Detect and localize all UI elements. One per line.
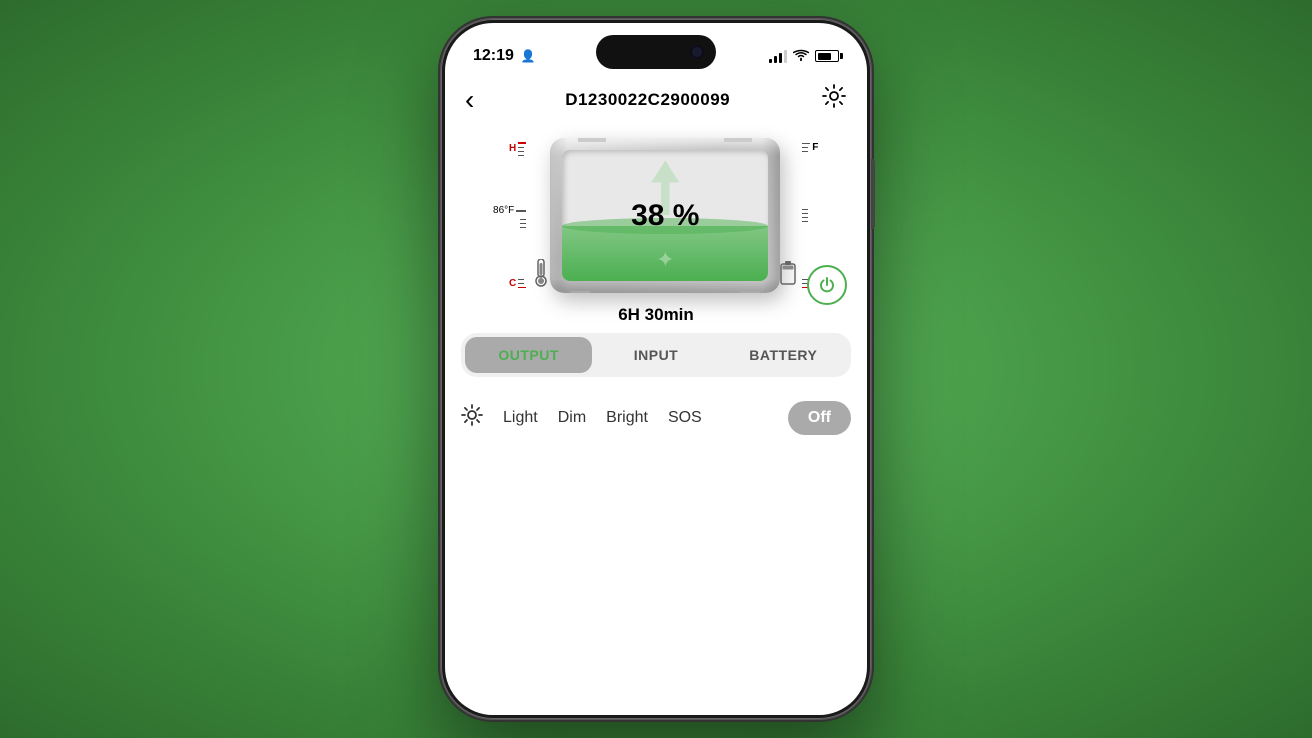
scale-right-f: F bbox=[802, 142, 818, 153]
tab-selector: OUTPUT INPUT BATTERY bbox=[461, 333, 851, 377]
device-id: D1230022C2900099 bbox=[565, 90, 730, 110]
back-button[interactable]: ‹ bbox=[465, 86, 474, 114]
scale-right-middle bbox=[802, 209, 808, 222]
light-controls: Light Dim Bright SOS Off bbox=[445, 393, 867, 443]
tab-output[interactable]: OUTPUT bbox=[465, 337, 592, 373]
dynamic-island bbox=[596, 35, 716, 69]
battery-small-icon bbox=[780, 260, 796, 286]
dim-option[interactable]: Dim bbox=[558, 409, 586, 427]
battery-visualization-section: H 86°F bbox=[445, 128, 867, 293]
settings-button[interactable] bbox=[821, 83, 847, 116]
battery-3d-visual: ✦ 38 % bbox=[550, 138, 780, 293]
battery-fill bbox=[818, 53, 831, 60]
sos-option[interactable]: SOS bbox=[668, 409, 702, 427]
thermometer-icon bbox=[532, 259, 550, 287]
scale-left-c: C bbox=[509, 278, 526, 289]
light-label: Light bbox=[503, 409, 538, 427]
off-button[interactable]: Off bbox=[788, 401, 851, 435]
status-icons bbox=[769, 48, 839, 64]
wifi-icon bbox=[793, 48, 809, 64]
phone-frame: ‹ 12:19 👤 bbox=[441, 19, 871, 719]
tab-input[interactable]: INPUT bbox=[592, 337, 719, 373]
phone-screen: ‹ 12:19 👤 bbox=[445, 23, 867, 715]
bright-option[interactable]: Bright bbox=[606, 409, 648, 427]
signal-bar-3 bbox=[779, 53, 782, 63]
signal-bars bbox=[769, 49, 787, 63]
time-display: 12:19 bbox=[473, 47, 514, 65]
status-time: ‹ 12:19 👤 bbox=[473, 47, 536, 65]
signal-bar-4 bbox=[784, 50, 787, 63]
signal-bar-2 bbox=[774, 56, 777, 63]
battery-percentage: 38 % bbox=[631, 199, 699, 233]
light-sun-icon bbox=[461, 404, 483, 432]
nav-header: ‹ D1230022C2900099 bbox=[445, 75, 867, 128]
signal-bar-1 bbox=[769, 59, 772, 63]
time-remaining: 6H 30min bbox=[445, 293, 867, 333]
battery-cross-icon: ✦ bbox=[656, 249, 674, 271]
power-icon bbox=[818, 276, 836, 294]
tab-battery[interactable]: BATTERY bbox=[720, 337, 847, 373]
power-button[interactable] bbox=[807, 265, 847, 305]
person-icon: 👤 bbox=[521, 49, 536, 63]
scale-left-h: H bbox=[509, 142, 526, 156]
battery-status-icon bbox=[815, 50, 839, 62]
scale-left-middle: 86°F bbox=[493, 205, 526, 228]
